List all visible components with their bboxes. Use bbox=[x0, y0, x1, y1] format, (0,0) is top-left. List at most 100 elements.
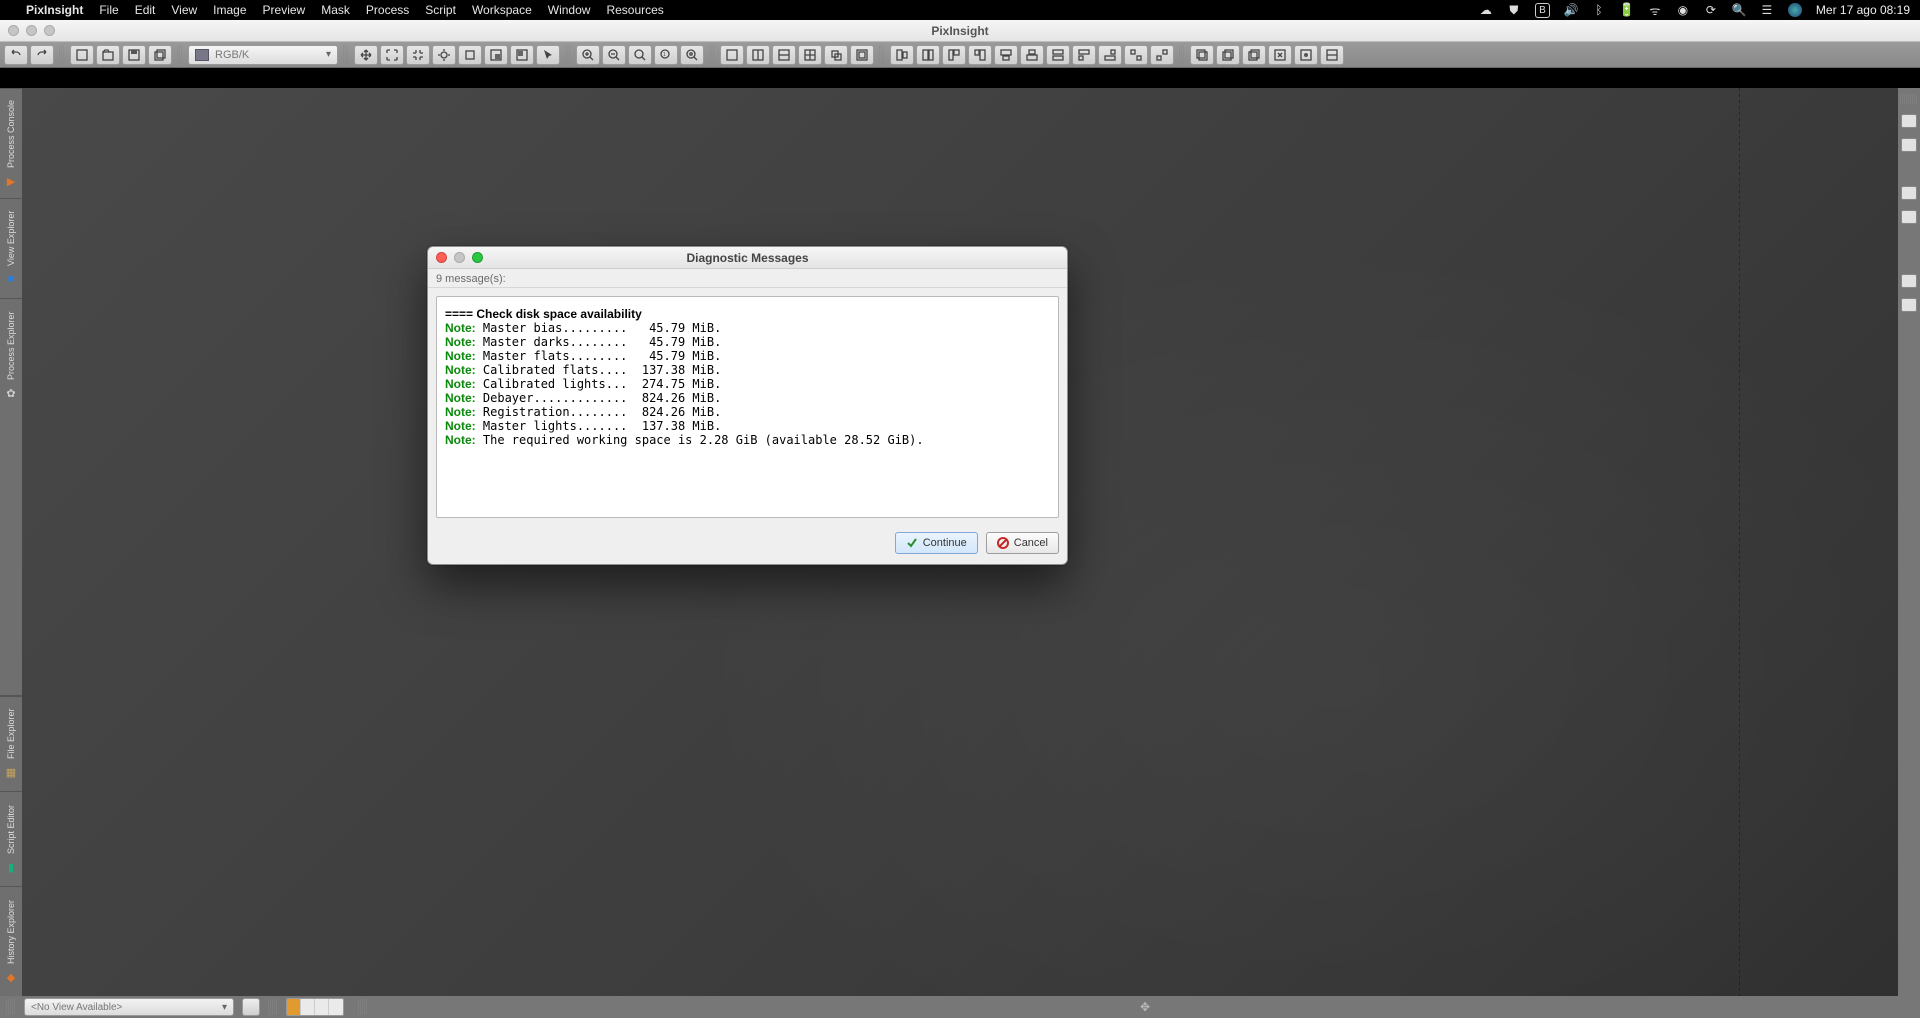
move-handle-icon[interactable]: ✥ bbox=[1134, 999, 1156, 1015]
toolbar-zoom-big-button[interactable] bbox=[680, 45, 704, 65]
dialog-console[interactable]: ==== Check disk space availability Note:… bbox=[436, 296, 1059, 518]
dialog-close-button[interactable] bbox=[436, 252, 447, 263]
dialog-titlebar[interactable]: Diagnostic Messages bbox=[428, 247, 1067, 269]
toolbar-undo-button[interactable] bbox=[4, 45, 28, 65]
toolbar-cascade-4[interactable] bbox=[1268, 45, 1292, 65]
rpanel-button-4[interactable] bbox=[1901, 210, 1917, 224]
menu-preview[interactable]: Preview bbox=[263, 3, 306, 17]
rpanel-button-3[interactable] bbox=[1901, 186, 1917, 200]
toolbar-center-button[interactable] bbox=[432, 45, 456, 65]
toolbar-redo-button[interactable] bbox=[30, 45, 54, 65]
win-close-button[interactable] bbox=[8, 25, 19, 36]
toolbar-save-button[interactable] bbox=[122, 45, 146, 65]
menu-process[interactable]: Process bbox=[366, 3, 409, 17]
tab-process-explorer[interactable]: ✿ Process Explorer bbox=[0, 298, 22, 413]
triangle-icon: ▶ bbox=[4, 174, 18, 188]
menu-file[interactable]: File bbox=[99, 3, 118, 17]
win-zoom-button[interactable] bbox=[44, 25, 55, 36]
toolbar-arrange-2[interactable] bbox=[916, 45, 940, 65]
status-siri-icon[interactable] bbox=[1788, 3, 1802, 17]
status-shield-icon[interactable]: ⛊ bbox=[1507, 3, 1521, 17]
toolbar-layout-4[interactable] bbox=[798, 45, 822, 65]
toolbar-zoom-out-button[interactable] bbox=[602, 45, 626, 65]
toolbar-collapse-button[interactable] bbox=[406, 45, 430, 65]
cancel-button[interactable]: Cancel bbox=[986, 532, 1059, 554]
toolbar-region-button[interactable] bbox=[484, 45, 508, 65]
toolbar-cascade-5[interactable] bbox=[1294, 45, 1318, 65]
toolbar-cascade-2[interactable] bbox=[1216, 45, 1240, 65]
toolbar-layout-2[interactable] bbox=[746, 45, 770, 65]
toolbar-saveall-button[interactable] bbox=[148, 45, 172, 65]
tab-view-explorer[interactable]: ■ View Explorer bbox=[0, 198, 22, 298]
toolbar-layout-1[interactable] bbox=[720, 45, 744, 65]
menu-script[interactable]: Script bbox=[425, 3, 456, 17]
toolbar-arrange-3[interactable] bbox=[942, 45, 966, 65]
toolbar-zoom-in-button[interactable] bbox=[576, 45, 600, 65]
toolbar-move-button[interactable] bbox=[354, 45, 378, 65]
toolbar-arrange-7[interactable] bbox=[1046, 45, 1070, 65]
toolbar-layout-6[interactable] bbox=[850, 45, 874, 65]
toolbar-layout-5[interactable] bbox=[824, 45, 848, 65]
menu-window[interactable]: Window bbox=[548, 3, 591, 17]
toolbar-new-button[interactable] bbox=[70, 45, 94, 65]
toolbar-crop-button[interactable] bbox=[458, 45, 482, 65]
toolbar-separator bbox=[343, 45, 349, 65]
color-swatches[interactable] bbox=[286, 998, 344, 1016]
status-app-icon[interactable]: B bbox=[1535, 3, 1550, 18]
status-bluetooth-icon[interactable]: ᛒ bbox=[1592, 3, 1606, 17]
toolbar-cascade-6[interactable] bbox=[1320, 45, 1344, 65]
toolbar-region2-button[interactable] bbox=[510, 45, 534, 65]
rpanel-button-2[interactable] bbox=[1901, 138, 1917, 152]
swatch-2[interactable] bbox=[315, 999, 329, 1015]
toolbar-zoom-11-button[interactable]: 1 bbox=[654, 45, 678, 65]
tab-script-editor[interactable]: ▮ Script Editor bbox=[0, 791, 22, 886]
readout-selector[interactable]: RGB/K bbox=[188, 45, 338, 65]
status-volume-icon[interactable]: 🔊 bbox=[1564, 3, 1578, 17]
toolbar-zoom-fit-button[interactable] bbox=[628, 45, 652, 65]
status-control-center-icon[interactable]: ☰ bbox=[1760, 3, 1774, 17]
status-sync-icon[interactable]: ⟳ bbox=[1704, 3, 1718, 17]
toolbar-arrange-6[interactable] bbox=[1020, 45, 1044, 65]
swatch-3[interactable] bbox=[329, 999, 343, 1015]
menu-view[interactable]: View bbox=[171, 3, 197, 17]
tab-history-explorer[interactable]: ◆ History Explorer bbox=[0, 886, 22, 996]
bottombar-square-button[interactable] bbox=[242, 998, 260, 1016]
menu-resources[interactable]: Resources bbox=[606, 3, 663, 17]
rpanel-button-6[interactable] bbox=[1901, 298, 1917, 312]
menubar-app-name[interactable]: PixInsight bbox=[26, 3, 83, 17]
menu-mask[interactable]: Mask bbox=[321, 3, 350, 17]
status-wifi-icon[interactable]: ᯤ bbox=[1648, 3, 1662, 17]
toolbar-arrange-1[interactable] bbox=[890, 45, 914, 65]
tab-process-console[interactable]: ▶ Process Console bbox=[0, 88, 22, 198]
continue-button[interactable]: Continue bbox=[895, 532, 978, 554]
menubar-clock[interactable]: Mer 17 ago 08:19 bbox=[1816, 3, 1910, 17]
toolbar-cascade-1[interactable] bbox=[1190, 45, 1214, 65]
toolbar-arrange-9[interactable] bbox=[1098, 45, 1122, 65]
status-user-icon[interactable]: ◉ bbox=[1676, 3, 1690, 17]
toolbar-pointer-button[interactable] bbox=[536, 45, 560, 65]
rpanel-button-1[interactable] bbox=[1901, 114, 1917, 128]
status-cloud-icon[interactable]: ☁︎ bbox=[1479, 3, 1493, 17]
toolbar-arrange-4[interactable] bbox=[968, 45, 992, 65]
status-spotlight-icon[interactable]: 🔍 bbox=[1732, 3, 1746, 17]
menu-image[interactable]: Image bbox=[213, 3, 246, 17]
menu-edit[interactable]: Edit bbox=[135, 3, 156, 17]
menu-workspace[interactable]: Workspace bbox=[472, 3, 532, 17]
toolbar-open-button[interactable] bbox=[96, 45, 120, 65]
swatch-orange[interactable] bbox=[287, 999, 301, 1015]
toolbar-expand-button[interactable] bbox=[380, 45, 404, 65]
win-minimize-button[interactable] bbox=[26, 25, 37, 36]
rpanel-button-5[interactable] bbox=[1901, 274, 1917, 288]
toolbar-arrange-11[interactable] bbox=[1150, 45, 1174, 65]
prohibit-icon bbox=[997, 537, 1009, 549]
toolbar-arrange-5[interactable] bbox=[994, 45, 1018, 65]
tab-file-explorer[interactable]: ▦ File Explorer bbox=[0, 696, 22, 791]
toolbar-cascade-3[interactable] bbox=[1242, 45, 1266, 65]
dialog-zoom-button[interactable] bbox=[472, 252, 483, 263]
status-battery-icon[interactable]: 🔋 bbox=[1620, 3, 1634, 17]
swatch-1[interactable] bbox=[301, 999, 315, 1015]
toolbar-arrange-8[interactable] bbox=[1072, 45, 1096, 65]
toolbar-layout-3[interactable] bbox=[772, 45, 796, 65]
toolbar-arrange-10[interactable] bbox=[1124, 45, 1148, 65]
view-selector[interactable]: <No View Available> bbox=[24, 998, 234, 1016]
